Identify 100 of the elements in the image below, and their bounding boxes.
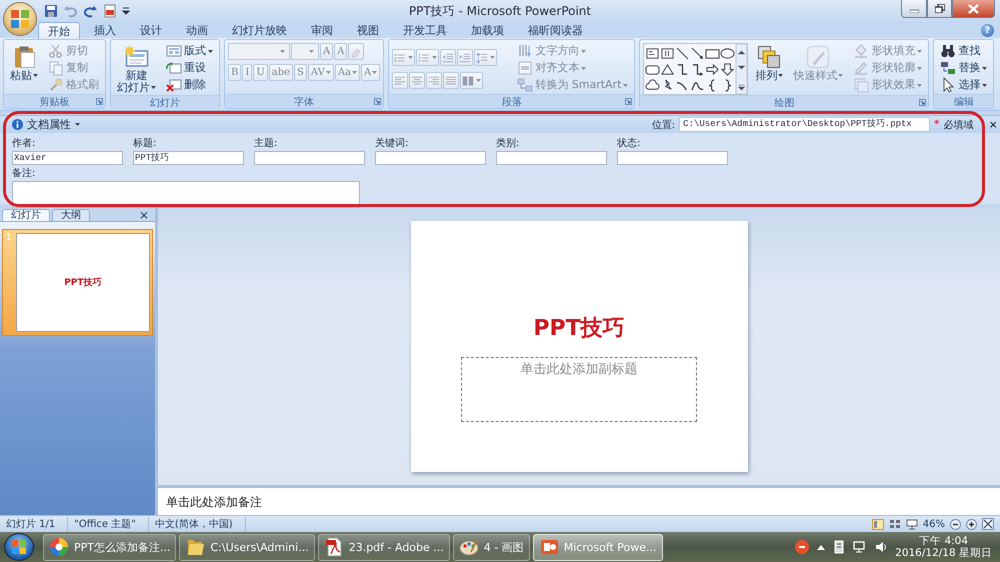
pane-tab[interactable]: 大纲 xyxy=(52,209,90,221)
style-icon xyxy=(806,45,830,69)
ribbon-button[interactable]: 替换 xyxy=(937,60,990,76)
show-hidden-icon[interactable] xyxy=(817,544,826,550)
zoom-out-icon[interactable] xyxy=(950,518,961,530)
input-field[interactable] xyxy=(254,151,365,165)
group-label: 段落 xyxy=(502,96,522,108)
dialog-launcher-icon[interactable] xyxy=(96,98,103,105)
dialog-launcher-icon[interactable] xyxy=(625,98,632,105)
fit-window-icon[interactable] xyxy=(982,518,994,530)
input-field[interactable]: PPT技巧 xyxy=(133,151,244,165)
ribbon-button[interactable]: 排列 xyxy=(752,43,786,83)
location-field[interactable]: C:\Users\Administrator\Desktop\PPT技巧.pptx xyxy=(679,117,930,132)
input-method-icon[interactable] xyxy=(795,540,810,554)
network-icon[interactable] xyxy=(853,541,868,553)
group-label: 剪贴板 xyxy=(40,96,70,108)
field-label: 作者: xyxy=(12,136,36,150)
arrange-icon xyxy=(757,45,782,69)
ribbon-button[interactable]: 新建 幻灯片 xyxy=(114,43,159,95)
zoom-in-icon[interactable] xyxy=(966,518,977,530)
redo-icon[interactable] xyxy=(84,4,98,18)
field-label: 主题: xyxy=(254,136,278,150)
color-wheel-icon xyxy=(49,537,69,557)
caret-icon xyxy=(432,56,438,59)
ribbon-button[interactable]: 查找 xyxy=(937,43,990,59)
caret-icon xyxy=(838,74,844,77)
close-button[interactable] xyxy=(952,0,995,18)
ribbon-button[interactable]: 版式 xyxy=(163,43,216,59)
start-button[interactable] xyxy=(4,533,34,561)
pane-tab[interactable]: 幻灯片 xyxy=(2,209,50,221)
ribbon-tab[interactable]: 加载项 xyxy=(461,21,514,38)
zoom-level: 46% xyxy=(922,518,945,530)
ribbon-tab[interactable]: 插入 xyxy=(84,21,126,38)
taskbar-button[interactable]: 23.pdf - Adobe ... xyxy=(318,534,450,560)
clipboard-icon xyxy=(12,45,36,69)
caret-icon xyxy=(917,50,922,52)
effects-icon xyxy=(853,77,870,93)
line-spacing-icon xyxy=(476,52,488,64)
ribbon-button[interactable]: 重设 xyxy=(163,60,216,76)
smartart-icon xyxy=(517,77,534,93)
group-label: 绘图 xyxy=(774,96,794,110)
caret-icon xyxy=(917,66,922,70)
normal-view-icon[interactable] xyxy=(872,518,884,530)
close-button[interactable]: × xyxy=(989,117,997,132)
input-field[interactable] xyxy=(496,151,607,165)
ribbon-tab[interactable]: 开发工具 xyxy=(393,21,457,38)
align-text-icon xyxy=(517,60,534,76)
brush-icon xyxy=(48,77,64,93)
minimize-button[interactable] xyxy=(901,0,927,18)
close-button[interactable]: × xyxy=(132,209,155,221)
properties-menu[interactable]: 文档属性 xyxy=(12,117,80,132)
caret-icon xyxy=(581,50,586,52)
slide-number: 1 xyxy=(6,233,12,245)
shapes-gallery[interactable] xyxy=(643,43,748,95)
field-label: 位置: xyxy=(652,118,676,132)
folder-icon xyxy=(185,537,206,557)
info-icon xyxy=(12,119,23,130)
caret-icon xyxy=(408,56,414,59)
caret-icon xyxy=(581,66,586,70)
squares-logo-icon xyxy=(10,9,30,29)
dialog-launcher-icon[interactable] xyxy=(919,99,926,106)
customize-caret-icon[interactable] xyxy=(122,5,130,17)
maximize-button[interactable] xyxy=(927,0,952,18)
numbered-list-icon xyxy=(418,52,430,64)
input-field[interactable] xyxy=(375,151,486,165)
taskbar-button[interactable]: PPT怎么添加备注... xyxy=(43,534,176,560)
office-button[interactable] xyxy=(3,2,37,36)
caret-icon xyxy=(490,56,496,59)
slideshow-view-icon[interactable] xyxy=(906,518,918,530)
ribbon-tab[interactable]: 开始 xyxy=(38,22,80,39)
clock[interactable]: 下午 4:04 2016/12/18 星期日 xyxy=(895,535,992,559)
taskbar-button[interactable]: 4 - 画图 xyxy=(452,534,530,560)
device-icon[interactable] xyxy=(833,540,846,554)
align-right-icon xyxy=(428,74,440,86)
caret-icon xyxy=(917,84,922,86)
ribbon-tab[interactable]: 设计 xyxy=(130,21,172,38)
ribbon-tab[interactable]: 动画 xyxy=(176,21,218,38)
sorter-view-icon[interactable] xyxy=(888,518,901,530)
save-icon[interactable] xyxy=(44,4,58,18)
speaker-icon[interactable] xyxy=(875,541,888,553)
caret-icon xyxy=(476,79,482,82)
required-mark: * xyxy=(934,119,940,130)
input-field[interactable]: Xavier xyxy=(12,151,123,165)
field-label: 状态: xyxy=(617,136,642,150)
caret-icon xyxy=(982,66,988,70)
ribbon-tab[interactable]: 视图 xyxy=(347,21,389,38)
field-label: 标题: xyxy=(133,136,158,150)
group-label: 字体 xyxy=(294,96,314,108)
ribbon-tab[interactable]: 福昕阅读器 xyxy=(518,21,593,38)
ribbon-tab[interactable]: 审阅 xyxy=(301,21,343,38)
ribbon-button[interactable]: 删除 xyxy=(163,77,216,93)
input-field[interactable] xyxy=(617,151,728,165)
slide-thumbnail[interactable]: 1 PPT技巧 xyxy=(2,229,153,336)
caret-icon xyxy=(352,71,358,74)
ribbon-button[interactable]: 选择 xyxy=(937,77,990,93)
dialog-launcher-icon[interactable] xyxy=(374,98,382,105)
taskbar-button[interactable]: C:\Users\Admini... xyxy=(179,534,315,560)
ribbon-tab[interactable]: 幻灯片放映 xyxy=(222,21,297,38)
document-icon[interactable] xyxy=(103,4,117,18)
ribbon-button[interactable]: 粘贴 xyxy=(7,43,41,83)
